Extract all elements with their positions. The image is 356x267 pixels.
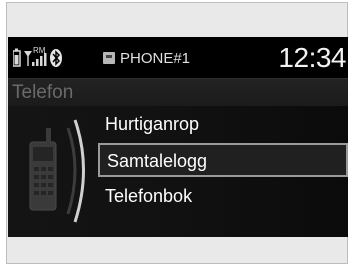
page-title: Telefon [12,82,74,103]
title-bar: Telefon [8,78,348,106]
menu-area: Hurtiganrop Samtalelogg Telefonbok [8,106,348,237]
phone-device-icon [103,52,115,64]
menu-item-hurtiganrop[interactable]: Hurtiganrop [98,108,348,142]
status-bar: RM PHONE#1 12:34 [8,37,348,78]
phone-screen: RM PHONE#1 12:34 Telefon Hurtiganrop Sam… [8,37,348,237]
clock: 12:34 [278,42,346,73]
menu-item-samtalelogg[interactable]: Samtalelogg [98,143,348,177]
status-icons: RM [13,47,62,67]
phone-icon [29,119,85,223]
roaming-label: RM [33,47,46,55]
device-name: PHONE#1 [120,50,191,67]
battery-icon [13,48,21,67]
menu-item-telefonbok[interactable]: Telefonbok [98,180,348,214]
bluetooth-icon [50,49,62,67]
